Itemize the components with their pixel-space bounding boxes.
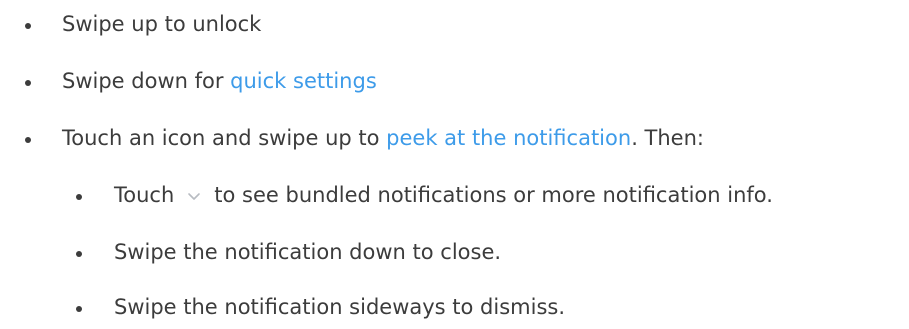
subitem-swipe-close: Swipe the notification down to close.: [0, 232, 501, 272]
subitem-touch-chevron: Touch to see bundled notifications or mo…: [0, 175, 773, 215]
bullet: [25, 80, 31, 86]
chevron-down-icon: [174, 186, 214, 206]
bullet: [25, 23, 31, 29]
bullet: [76, 194, 82, 200]
list-item-peek: Touch an icon and swipe up to peek at th…: [0, 118, 704, 158]
bullet: [76, 251, 82, 257]
quick-settings-link[interactable]: quick settings: [230, 69, 377, 93]
subitem-text-suffix: to see bundled notifications or more not…: [214, 183, 773, 207]
item-text: Swipe down for: [62, 69, 231, 93]
list-item-swipe-down: Swipe down for quick settings: [0, 61, 377, 101]
bullet: [76, 306, 82, 312]
instruction-list: Swipe up to unlock Swipe down for quick …: [0, 0, 909, 329]
subitem-text: Touch: [114, 183, 175, 207]
peek-notification-link[interactable]: peek at the notification: [386, 126, 631, 150]
item-text: Swipe up to unlock: [62, 12, 262, 36]
list-item-swipe-up: Swipe up to unlock: [0, 4, 261, 44]
subitem-text: Swipe the notification sideways to dismi…: [114, 295, 565, 319]
item-text: Touch an icon and swipe up to: [62, 126, 387, 150]
item-text-suffix: . Then:: [631, 126, 704, 150]
subitem-text: Swipe the notification down to close.: [114, 240, 502, 264]
subitem-swipe-dismiss: Swipe the notification sideways to dismi…: [0, 287, 565, 327]
bullet: [25, 137, 31, 143]
